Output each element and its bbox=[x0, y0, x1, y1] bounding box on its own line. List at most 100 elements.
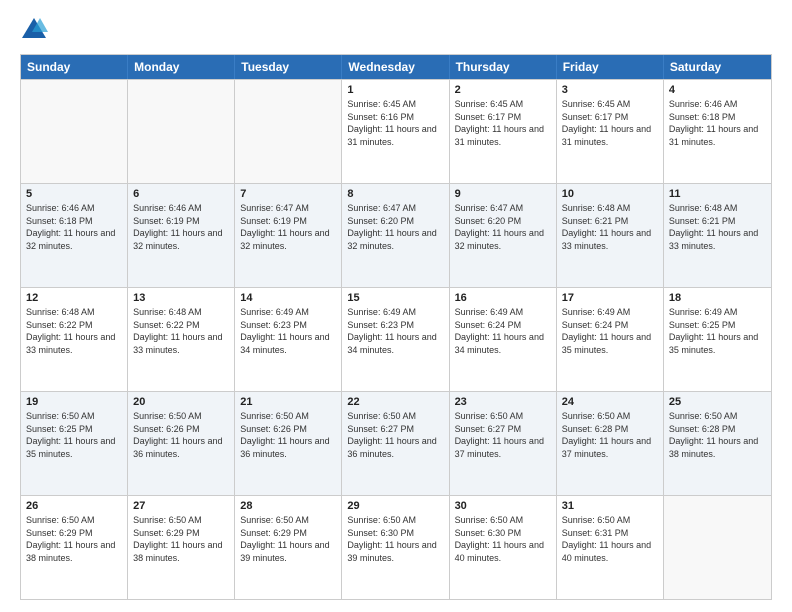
calendar-week-5: 26 Sunrise: 6:50 AM Sunset: 6:29 PM Dayli… bbox=[21, 495, 771, 599]
day-info: Sunrise: 6:50 AM Sunset: 6:28 PM Dayligh… bbox=[669, 410, 766, 460]
day-number: 13 bbox=[133, 292, 229, 304]
calendar-day-24: 24 Sunrise: 6:50 AM Sunset: 6:28 PM Dayli… bbox=[557, 392, 664, 495]
calendar-day-3: 3 Sunrise: 6:45 AM Sunset: 6:17 PM Daylig… bbox=[557, 80, 664, 183]
calendar-day-18: 18 Sunrise: 6:49 AM Sunset: 6:25 PM Dayli… bbox=[664, 288, 771, 391]
calendar-day-20: 20Sunrise: 6:50 AM Sunset: 6:26 PM Dayli… bbox=[128, 392, 235, 495]
day-info: Sunrise: 6:50 AM Sunset: 6:28 PM Dayligh… bbox=[562, 410, 658, 460]
day-number: 30 bbox=[455, 500, 551, 512]
header bbox=[20, 16, 772, 44]
day-number: 24 bbox=[562, 396, 658, 408]
day-info: Sunrise: 6:50 AM Sunset: 6:26 PM Dayligh… bbox=[240, 410, 336, 460]
calendar-week-3: 12 Sunrise: 6:48 AM Sunset: 6:22 PM Dayli… bbox=[21, 287, 771, 391]
calendar-day-21: 21 Sunrise: 6:50 AM Sunset: 6:26 PM Dayli… bbox=[235, 392, 342, 495]
day-number: 25 bbox=[669, 396, 766, 408]
calendar-body: 1 Sunrise: 6:45 AM Sunset: 6:16 PM Daylig… bbox=[21, 79, 771, 599]
day-info: Sunrise: 6:47 AM Sunset: 6:20 PM Dayligh… bbox=[455, 202, 551, 252]
day-number: 19 bbox=[26, 396, 122, 408]
day-info: Sunrise: 6:49 AM Sunset: 6:24 PM Dayligh… bbox=[455, 306, 551, 356]
day-info: Sunrise: 6:49 AM Sunset: 6:25 PM Dayligh… bbox=[669, 306, 766, 356]
calendar-empty-cell bbox=[235, 80, 342, 183]
header-cell-saturday: Saturday bbox=[664, 55, 771, 79]
day-info: Sunrise: 6:48 AM Sunset: 6:21 PM Dayligh… bbox=[562, 202, 658, 252]
day-number: 7 bbox=[240, 188, 336, 200]
header-cell-sunday: Sunday bbox=[21, 55, 128, 79]
calendar-day-19: 19Sunrise: 6:50 AM Sunset: 6:25 PM Dayli… bbox=[21, 392, 128, 495]
day-info: Sunrise: 6:50 AM Sunset: 6:31 PM Dayligh… bbox=[562, 514, 658, 564]
calendar-day-4: 4 Sunrise: 6:46 AM Sunset: 6:18 PM Daylig… bbox=[664, 80, 771, 183]
day-info: Sunrise: 6:50 AM Sunset: 6:30 PM Dayligh… bbox=[347, 514, 443, 564]
calendar-day-29: 29 Sunrise: 6:50 AM Sunset: 6:30 PM Dayli… bbox=[342, 496, 449, 599]
day-number: 9 bbox=[455, 188, 551, 200]
day-number: 20 bbox=[133, 396, 229, 408]
calendar-week-1: 1 Sunrise: 6:45 AM Sunset: 6:16 PM Daylig… bbox=[21, 79, 771, 183]
day-info: Sunrise: 6:47 AM Sunset: 6:19 PM Dayligh… bbox=[240, 202, 336, 252]
day-number: 1 bbox=[347, 84, 443, 96]
header-cell-wednesday: Wednesday bbox=[342, 55, 449, 79]
day-info: Sunrise: 6:47 AM Sunset: 6:20 PM Dayligh… bbox=[347, 202, 443, 252]
day-number: 12 bbox=[26, 292, 122, 304]
calendar-day-10: 10Sunrise: 6:48 AM Sunset: 6:21 PM Dayli… bbox=[557, 184, 664, 287]
day-info: Sunrise: 6:50 AM Sunset: 6:29 PM Dayligh… bbox=[133, 514, 229, 564]
calendar-empty-cell bbox=[128, 80, 235, 183]
day-number: 17 bbox=[562, 292, 658, 304]
header-cell-friday: Friday bbox=[557, 55, 664, 79]
day-number: 2 bbox=[455, 84, 551, 96]
day-info: Sunrise: 6:48 AM Sunset: 6:21 PM Dayligh… bbox=[669, 202, 766, 252]
calendar-day-16: 16 Sunrise: 6:49 AM Sunset: 6:24 PM Dayli… bbox=[450, 288, 557, 391]
calendar-day-12: 12 Sunrise: 6:48 AM Sunset: 6:22 PM Dayli… bbox=[21, 288, 128, 391]
calendar-day-30: 30 Sunrise: 6:50 AM Sunset: 6:30 PM Dayli… bbox=[450, 496, 557, 599]
day-number: 6 bbox=[133, 188, 229, 200]
day-info: Sunrise: 6:48 AM Sunset: 6:22 PM Dayligh… bbox=[133, 306, 229, 356]
day-number: 27 bbox=[133, 500, 229, 512]
calendar-day-2: 2 Sunrise: 6:45 AM Sunset: 6:17 PM Daylig… bbox=[450, 80, 557, 183]
day-number: 14 bbox=[240, 292, 336, 304]
day-info: Sunrise: 6:49 AM Sunset: 6:23 PM Dayligh… bbox=[240, 306, 336, 356]
header-cell-tuesday: Tuesday bbox=[235, 55, 342, 79]
calendar-day-5: 5 Sunrise: 6:46 AM Sunset: 6:18 PM Daylig… bbox=[21, 184, 128, 287]
day-info: Sunrise: 6:46 AM Sunset: 6:19 PM Dayligh… bbox=[133, 202, 229, 252]
calendar-day-31: 31 Sunrise: 6:50 AM Sunset: 6:31 PM Dayli… bbox=[557, 496, 664, 599]
day-info: Sunrise: 6:48 AM Sunset: 6:22 PM Dayligh… bbox=[26, 306, 122, 356]
header-cell-monday: Monday bbox=[128, 55, 235, 79]
day-number: 4 bbox=[669, 84, 766, 96]
calendar-day-6: 6 Sunrise: 6:46 AM Sunset: 6:19 PM Daylig… bbox=[128, 184, 235, 287]
calendar-day-8: 8 Sunrise: 6:47 AM Sunset: 6:20 PM Daylig… bbox=[342, 184, 449, 287]
day-number: 3 bbox=[562, 84, 658, 96]
day-number: 16 bbox=[455, 292, 551, 304]
calendar-day-15: 15Sunrise: 6:49 AM Sunset: 6:23 PM Dayli… bbox=[342, 288, 449, 391]
day-number: 21 bbox=[240, 396, 336, 408]
calendar-day-14: 14 Sunrise: 6:49 AM Sunset: 6:23 PM Dayli… bbox=[235, 288, 342, 391]
calendar-day-17: 17 Sunrise: 6:49 AM Sunset: 6:24 PM Dayli… bbox=[557, 288, 664, 391]
day-info: Sunrise: 6:46 AM Sunset: 6:18 PM Dayligh… bbox=[669, 98, 766, 148]
calendar-empty-cell bbox=[21, 80, 128, 183]
calendar-day-9: 9 Sunrise: 6:47 AM Sunset: 6:20 PM Daylig… bbox=[450, 184, 557, 287]
day-number: 22 bbox=[347, 396, 443, 408]
calendar-day-7: 7 Sunrise: 6:47 AM Sunset: 6:19 PM Daylig… bbox=[235, 184, 342, 287]
calendar-week-4: 19Sunrise: 6:50 AM Sunset: 6:25 PM Dayli… bbox=[21, 391, 771, 495]
day-info: Sunrise: 6:50 AM Sunset: 6:27 PM Dayligh… bbox=[455, 410, 551, 460]
day-info: Sunrise: 6:50 AM Sunset: 6:29 PM Dayligh… bbox=[26, 514, 122, 564]
day-info: Sunrise: 6:45 AM Sunset: 6:16 PM Dayligh… bbox=[347, 98, 443, 148]
logo bbox=[20, 16, 52, 44]
day-number: 31 bbox=[562, 500, 658, 512]
day-number: 29 bbox=[347, 500, 443, 512]
day-number: 23 bbox=[455, 396, 551, 408]
day-info: Sunrise: 6:50 AM Sunset: 6:29 PM Dayligh… bbox=[240, 514, 336, 564]
day-info: Sunrise: 6:49 AM Sunset: 6:24 PM Dayligh… bbox=[562, 306, 658, 356]
day-info: Sunrise: 6:46 AM Sunset: 6:18 PM Dayligh… bbox=[26, 202, 122, 252]
day-info: Sunrise: 6:50 AM Sunset: 6:27 PM Dayligh… bbox=[347, 410, 443, 460]
calendar-day-27: 27 Sunrise: 6:50 AM Sunset: 6:29 PM Dayli… bbox=[128, 496, 235, 599]
day-info: Sunrise: 6:45 AM Sunset: 6:17 PM Dayligh… bbox=[562, 98, 658, 148]
calendar-header-row: SundayMondayTuesdayWednesdayThursdayFrid… bbox=[21, 55, 771, 79]
calendar: SundayMondayTuesdayWednesdayThursdayFrid… bbox=[20, 54, 772, 600]
day-number: 8 bbox=[347, 188, 443, 200]
day-number: 18 bbox=[669, 292, 766, 304]
day-number: 5 bbox=[26, 188, 122, 200]
day-number: 28 bbox=[240, 500, 336, 512]
day-number: 26 bbox=[26, 500, 122, 512]
day-info: Sunrise: 6:45 AM Sunset: 6:17 PM Dayligh… bbox=[455, 98, 551, 148]
calendar-week-2: 5 Sunrise: 6:46 AM Sunset: 6:18 PM Daylig… bbox=[21, 183, 771, 287]
day-info: Sunrise: 6:50 AM Sunset: 6:30 PM Dayligh… bbox=[455, 514, 551, 564]
calendar-day-23: 23 Sunrise: 6:50 AM Sunset: 6:27 PM Dayli… bbox=[450, 392, 557, 495]
calendar-day-1: 1 Sunrise: 6:45 AM Sunset: 6:16 PM Daylig… bbox=[342, 80, 449, 183]
